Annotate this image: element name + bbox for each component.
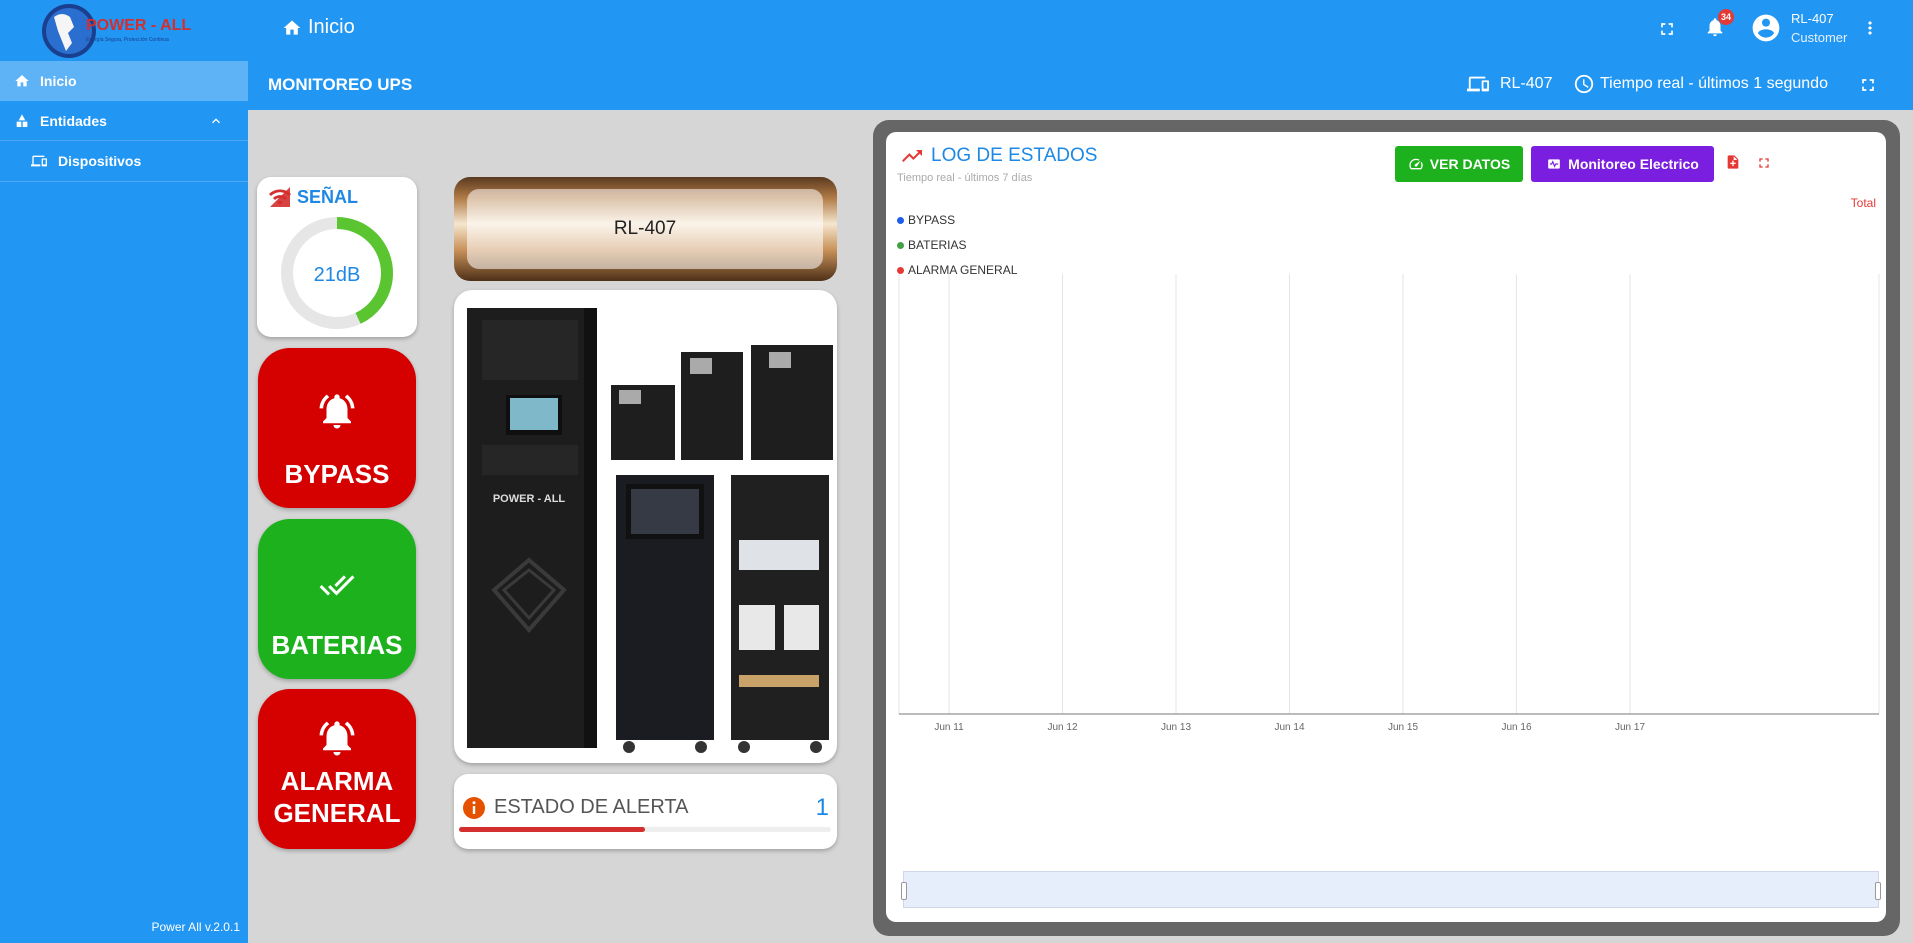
timewindow-selector[interactable]: Tiempo real - últimos 1 segundo xyxy=(1573,73,1828,95)
sidebar-item-label: Inicio xyxy=(40,73,77,89)
bypass-label: BYPASS xyxy=(284,459,390,489)
ups-products-image: POWER - ALL xyxy=(467,308,833,753)
signal-value: 21dB xyxy=(314,264,361,286)
info-icon xyxy=(463,797,485,819)
fullscreen-icon[interactable] xyxy=(1858,75,1878,95)
baterias-label: BATERIAS xyxy=(271,630,403,660)
timewindow-label: Tiempo real - últimos 1 segundo xyxy=(1600,75,1828,92)
x-tick-label: Jun 17 xyxy=(1615,722,1645,733)
x-tick-label: Jun 11 xyxy=(934,722,964,733)
app-version: Power All v.2.0.1 xyxy=(151,920,241,934)
x-tick-label: Jun 15 xyxy=(1388,722,1418,733)
alarma-label-line1: ALARMA xyxy=(280,766,394,796)
account-icon[interactable] xyxy=(1750,12,1782,44)
top-bar: POWER - ALL Energía Segura, Protección C… xyxy=(0,0,1913,61)
signal-card: SEÑAL 21dB xyxy=(257,177,417,337)
navigator-handle-right[interactable] xyxy=(1875,882,1881,900)
dashboard-toolbar: MONITOREO UPS RL-407 Tiempo real - últim… xyxy=(248,61,1913,110)
estado-alerta-progress xyxy=(459,827,831,832)
sidebar-item-dispositivos[interactable]: Dispositivos xyxy=(0,141,248,182)
home-icon xyxy=(283,20,301,35)
estado-alerta-card: ESTADO DE ALERTA 1 xyxy=(454,774,837,849)
clock-icon xyxy=(1574,74,1594,94)
alarm-bell-icon xyxy=(319,394,355,429)
user-role: Customer xyxy=(1791,30,1848,45)
chevron-up-icon[interactable] xyxy=(208,113,224,129)
brand-name: POWER - ALL xyxy=(86,17,191,34)
power-all-logo[interactable]: POWER - ALL Energía Segura, Protección C… xyxy=(40,3,208,59)
x-tick-label: Jun 12 xyxy=(1047,722,1077,733)
x-tick-label: Jun 14 xyxy=(1274,722,1304,733)
devices-icon xyxy=(31,155,47,167)
alarm-bell-icon xyxy=(319,721,355,756)
entity-label: RL-407 xyxy=(1500,75,1553,92)
bypass-status-button[interactable]: BYPASS xyxy=(258,348,416,508)
signal-title: SEÑAL xyxy=(297,187,359,207)
user-name[interactable]: RL-407 xyxy=(1791,11,1834,26)
device-name: RL-407 xyxy=(467,189,823,269)
log-de-estados-card: LOG DE ESTADOS Tiempo real - últimos 7 d… xyxy=(886,132,1886,922)
baterias-status-button[interactable]: BATERIAS xyxy=(258,519,416,679)
more-vert-icon[interactable] xyxy=(1860,17,1880,39)
x-tick-label: Jun 13 xyxy=(1161,722,1191,733)
navigator-handle-left[interactable] xyxy=(901,882,907,900)
sidebar-item-label: Dispositivos xyxy=(58,153,142,169)
double-check-icon xyxy=(319,575,355,596)
estado-alerta-value: 1 xyxy=(815,794,829,821)
estado-alerta-title: ESTADO DE ALERTA xyxy=(494,796,689,818)
sidebar-item-inicio[interactable]: Inicio xyxy=(0,61,248,101)
device-name-card: RL-407 xyxy=(454,177,837,281)
sidebar-item-entidades[interactable]: Entidades xyxy=(0,101,248,141)
alarma-label-line2: GENERAL xyxy=(273,798,401,828)
home-icon xyxy=(15,75,29,87)
log-chart: Jun 11 Jun 12 Jun 13 Jun 14 Jun 15 Jun 16 Jun … xyxy=(898,274,1880,733)
signal-gauge: 21dB xyxy=(281,217,393,329)
fullscreen-icon[interactable] xyxy=(1657,19,1677,39)
estado-alerta-progress-fill xyxy=(459,827,645,832)
alarma-general-status-button[interactable]: ALARMA GENERAL xyxy=(258,689,416,849)
log-widget-frame: LOG DE ESTADOS Tiempo real - últimos 7 d… xyxy=(873,120,1900,936)
chart-navigator[interactable] xyxy=(901,871,1881,908)
ups-product-image-card: POWER - ALL xyxy=(454,290,837,763)
devices-icon xyxy=(1467,76,1489,92)
x-tick-label: Jun 16 xyxy=(1501,722,1531,733)
signal-wifi-icon xyxy=(269,187,291,207)
product-brand-label: POWER - ALL xyxy=(493,493,566,505)
entity-selector[interactable]: RL-407 xyxy=(1466,73,1552,95)
sidebar-item-label: Entidades xyxy=(40,112,107,129)
sidebar: Inicio Entidades Dispositivos Power All … xyxy=(0,61,248,943)
entities-icon xyxy=(16,113,28,127)
dashboard-title: MONITOREO UPS xyxy=(268,75,413,94)
header-title: Inicio xyxy=(308,16,355,38)
brand-tagline: Energía Segura, Protección Continua xyxy=(86,37,169,43)
header-breadcrumb[interactable]: Inicio xyxy=(282,16,355,39)
notification-badge: 34 xyxy=(1718,9,1734,25)
